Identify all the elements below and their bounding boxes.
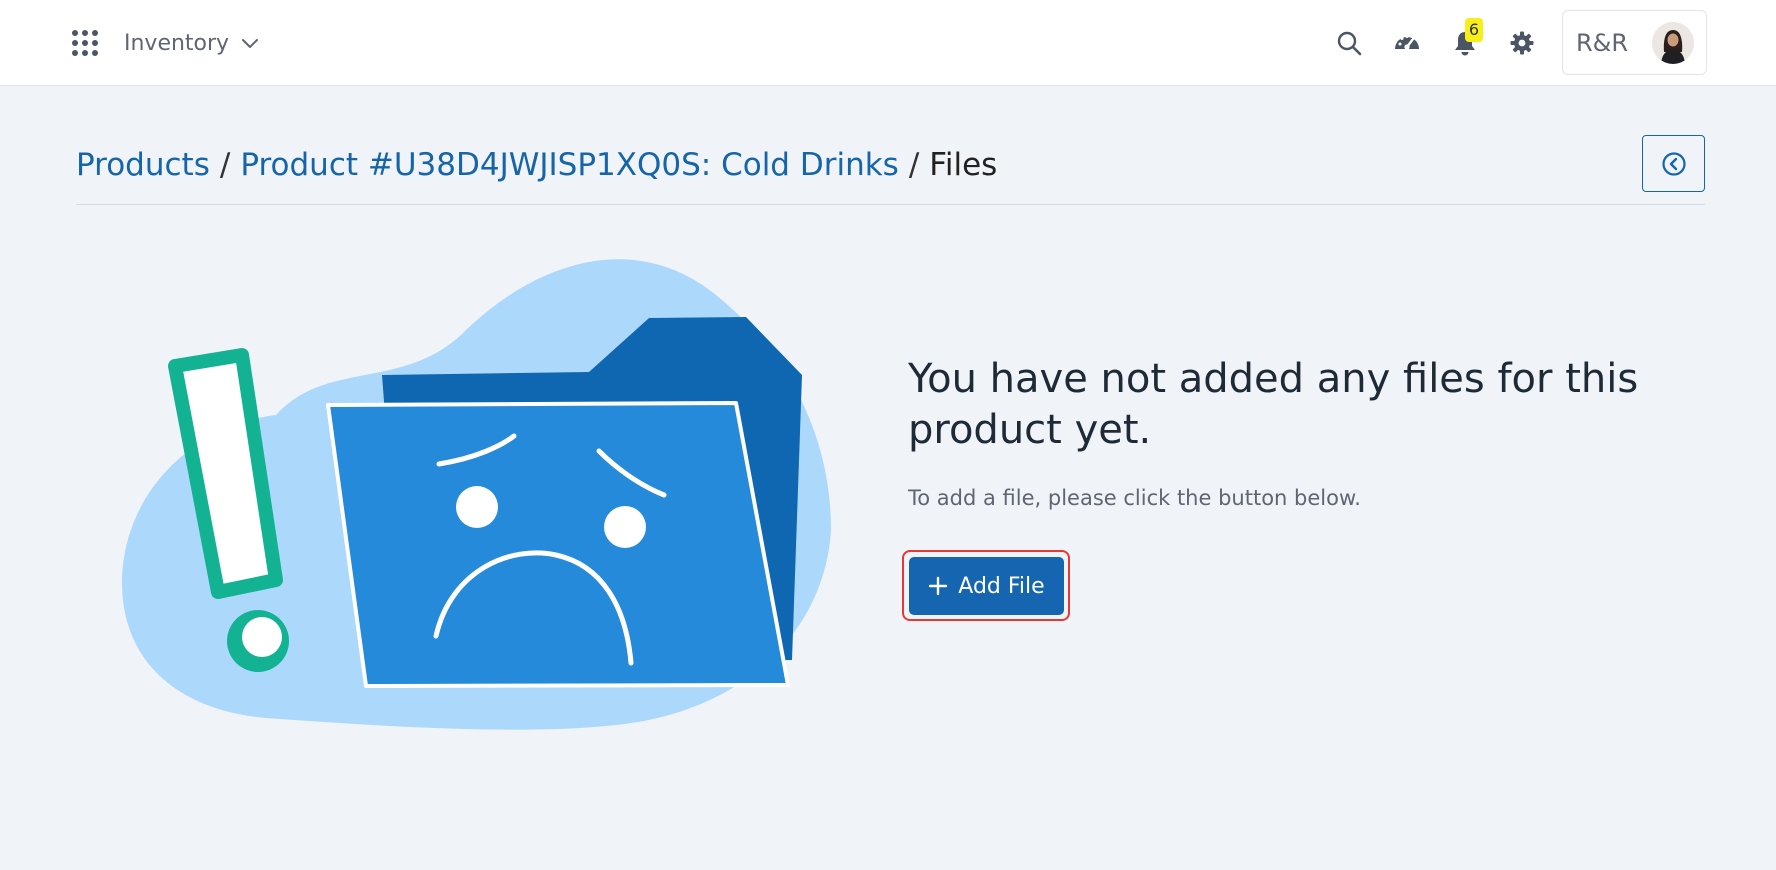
empty-state-subtitle: To add a file, please click the button b… <box>908 486 1361 510</box>
breadcrumb-separator: / <box>908 147 920 183</box>
notification-count-badge: 6 <box>1465 18 1483 42</box>
empty-folder-illustration <box>116 240 846 740</box>
search-button[interactable] <box>1332 26 1366 60</box>
breadcrumb-separator: / <box>219 147 231 183</box>
notifications-button[interactable]: 6 <box>1448 18 1483 60</box>
top-bar: Inventory 6 R&R <box>0 0 1776 86</box>
circle-chevron-left-icon <box>1661 151 1686 176</box>
apps-grid-icon[interactable] <box>72 30 98 56</box>
settings-button[interactable] <box>1505 26 1539 60</box>
chevron-down-icon <box>242 39 259 48</box>
breadcrumb: Products / Product #U38D4JWJISP1XQ0S: Co… <box>76 143 997 187</box>
module-name: Inventory <box>124 30 230 56</box>
back-button[interactable] <box>1642 135 1705 192</box>
header-divider <box>76 204 1705 205</box>
empty-state-title: You have not added any files for this pr… <box>908 356 1639 453</box>
breadcrumb-current: Files <box>929 147 998 183</box>
breadcrumb-link-products[interactable]: Products <box>76 147 210 183</box>
sad-folder-icon <box>121 259 832 730</box>
user-menu[interactable]: R&R <box>1562 10 1707 75</box>
plus-icon <box>929 576 948 596</box>
module-switcher[interactable]: Inventory <box>124 28 261 58</box>
user-initials: R&R <box>1576 28 1629 57</box>
add-file-label: Add File <box>958 573 1045 599</box>
breadcrumb-link-product[interactable]: Product #U38D4JWJISP1XQ0S: Cold Drinks <box>240 147 899 183</box>
avatar <box>1652 21 1694 64</box>
search-icon <box>1337 31 1362 56</box>
dashboard-button[interactable] <box>1390 26 1424 60</box>
gear-icon <box>1510 31 1534 55</box>
add-file-button[interactable]: Add File <box>909 557 1064 615</box>
speedometer-icon <box>1395 35 1419 50</box>
